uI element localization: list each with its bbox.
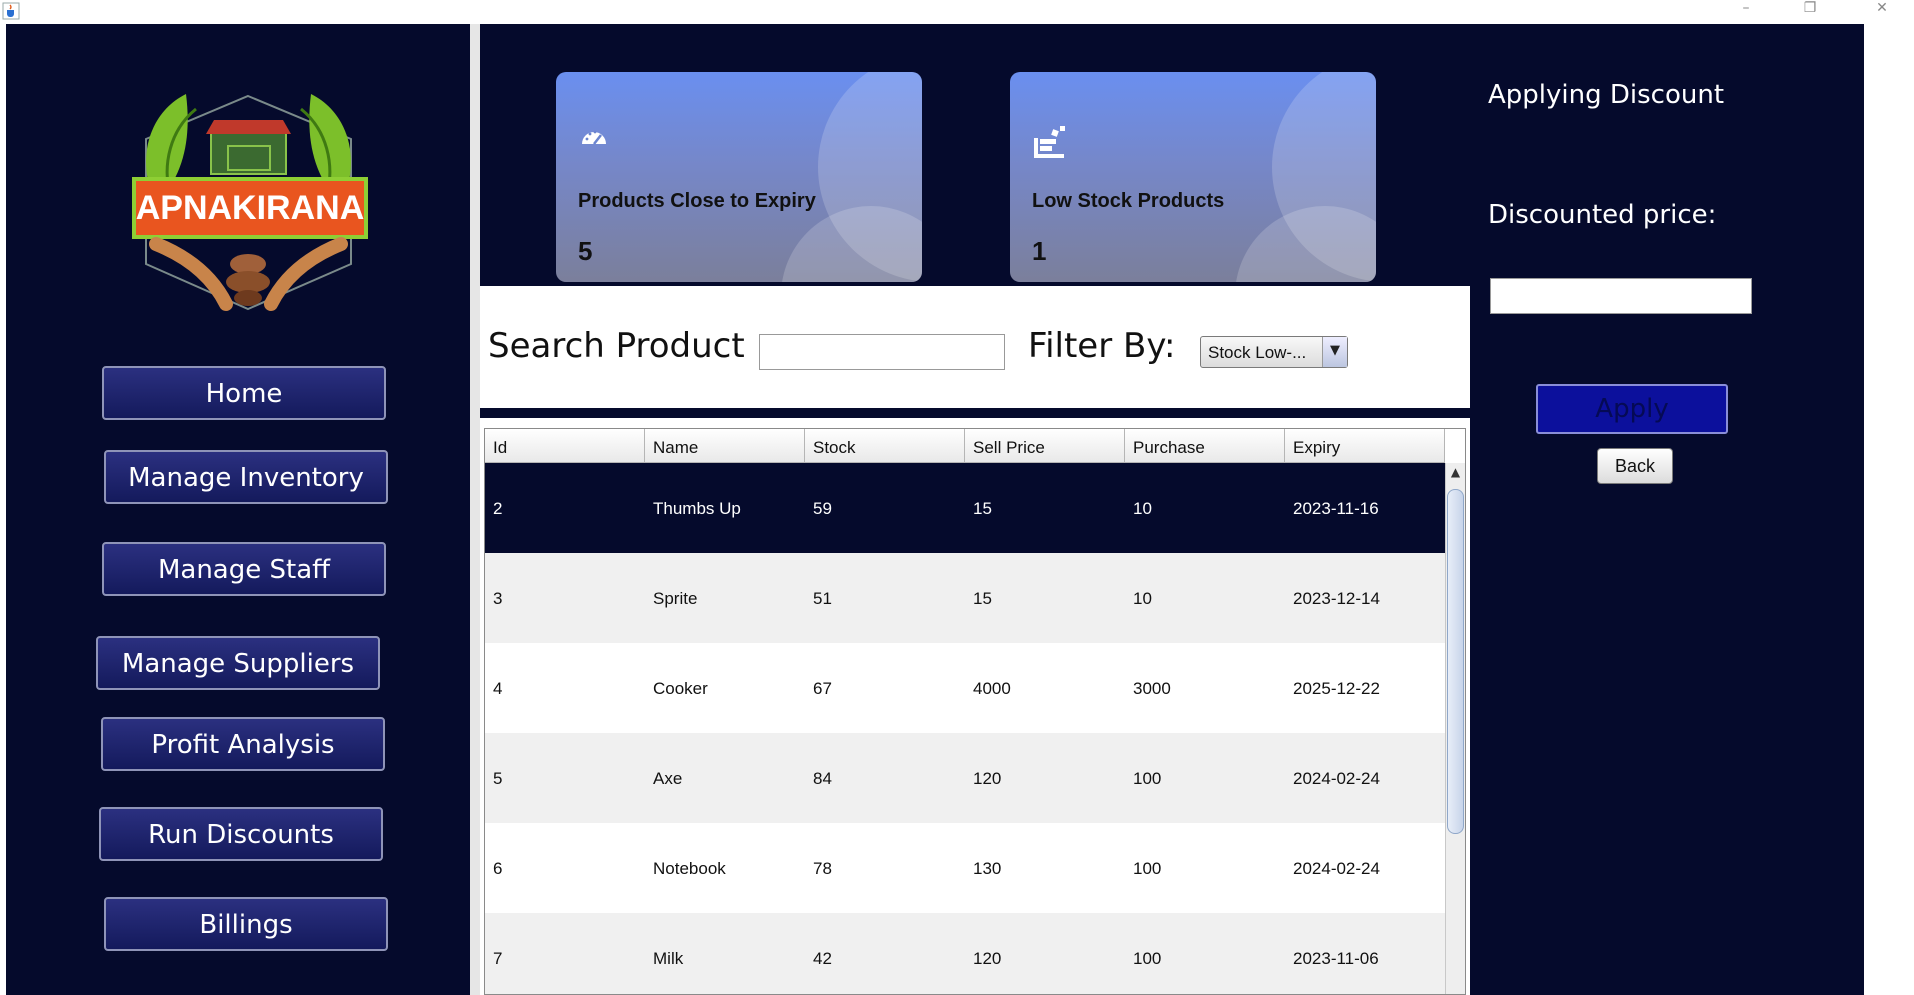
table-row[interactable]: 7 Milk 42 120 100 2023-11-06 [485,913,1445,994]
cell-sell-price: 15 [973,589,992,608]
cell-purchase: 3000 [1133,679,1171,698]
cell-sell-price: 120 [973,949,1002,968]
nav-run-discounts-button[interactable]: Run Discounts [99,807,383,861]
table-row[interactable]: 2 Thumbs Up 59 15 10 2023-11-16 [485,463,1445,553]
scroll-up-icon[interactable]: ▲ [1446,463,1465,481]
table-header: Id Name Stock Sell Price Purchase Expiry [485,429,1445,463]
cell-id: 3 [493,589,503,608]
cell-purchase: 10 [1133,589,1152,608]
products-table: Id Name Stock Sell Price Purchase Expiry… [484,428,1466,995]
java-cup-icon [2,2,20,20]
cell-name: Axe [653,769,683,788]
sidebar: APNAKIRANA Home Manage Inventory Manage … [6,24,470,995]
discounted-price-input[interactable] [1490,278,1752,314]
card-count: 1 [1032,236,1047,266]
column-header-sell-price[interactable]: Sell Price [965,429,1125,463]
speedometer-icon [578,124,610,152]
svg-text:APNAKIRANA: APNAKIRANA [136,189,365,227]
cell-id: 4 [493,679,503,698]
card-label: Products Close to Expiry [578,190,816,212]
products-table-area: Id Name Stock Sell Price Purchase Expiry… [480,418,1470,995]
cell-purchase: 100 [1133,769,1162,788]
card-label: Low Stock Products [1032,190,1225,212]
search-bar: Search Product Filter By: Stock Low-... … [480,286,1470,408]
expiry-card[interactable]: Products Close to Expiry 5 [556,72,922,282]
summary-cards-area: Products Close to Expiry 5 Low Stock Pro… [480,24,1470,286]
cell-sell-price: 15 [973,499,992,518]
search-label: Search Product [488,326,745,366]
cell-sell-price: 120 [973,769,1002,788]
cell-stock: 42 [813,949,832,968]
cell-expiry: 2024-02-24 [1293,859,1380,878]
nav-manage-inventory-button[interactable]: Manage Inventory [104,450,388,504]
cell-id: 5 [493,769,503,788]
cell-name: Notebook [653,859,726,878]
column-header-name[interactable]: Name [645,429,805,463]
cell-expiry: 2024-02-24 [1293,769,1380,788]
cell-expiry: 2023-11-16 [1293,499,1379,518]
cell-id: 7 [493,949,503,968]
filter-select[interactable]: Stock Low-... ▼ [1200,336,1348,368]
stock-chart-icon [1032,124,1068,164]
filter-select-value: Stock Low-... [1208,343,1307,362]
apnakirana-logo: APNAKIRANA [116,84,381,319]
table-row[interactable]: 6 Notebook 78 130 100 2024-02-24 [485,823,1445,913]
cell-sell-price: 4000 [973,679,1011,698]
cell-stock: 78 [813,859,832,878]
discounted-price-label: Discounted price: [1488,200,1717,230]
window-titlebar: – ❐ ✕ [0,0,1914,24]
table-scrollbar[interactable]: ▲ [1445,463,1465,994]
nav-billings-button[interactable]: Billings [104,897,388,951]
filter-label: Filter By: [1028,326,1176,366]
nav-manage-staff-button[interactable]: Manage Staff [102,542,386,596]
card-count: 5 [578,236,593,266]
panel-separator [470,24,480,995]
cell-expiry: 2023-11-06 [1293,949,1379,968]
cell-stock: 67 [813,679,832,698]
table-row[interactable]: 4 Cooker 67 4000 3000 2025-12-22 [485,643,1445,733]
cell-stock: 59 [813,499,832,518]
cell-expiry: 2025-12-22 [1293,679,1380,698]
low-stock-card[interactable]: Low Stock Products 1 [1010,72,1376,282]
back-button[interactable]: Back [1597,448,1673,484]
cell-stock: 84 [813,769,832,788]
column-header-stock[interactable]: Stock [805,429,965,463]
cell-name: Milk [653,949,684,968]
cell-name: Thumbs Up [653,499,741,518]
column-header-id[interactable]: Id [485,429,645,463]
minimize-icon[interactable]: – [1726,0,1766,24]
cell-purchase: 100 [1133,949,1162,968]
chevron-down-icon[interactable]: ▼ [1322,337,1347,367]
discount-panel-title: Applying Discount [1488,80,1725,110]
table-row[interactable]: 5 Axe 84 120 100 2024-02-24 [485,733,1445,823]
cell-name: Cooker [653,679,708,698]
cell-stock: 51 [813,589,832,608]
apply-button[interactable]: Apply [1536,384,1728,434]
close-icon[interactable]: ✕ [1862,0,1902,24]
scrollbar-thumb[interactable] [1447,489,1464,834]
column-header-expiry[interactable]: Expiry [1285,429,1445,463]
cell-expiry: 2023-12-14 [1293,589,1380,608]
nav-profit-analysis-button[interactable]: Profit Analysis [101,717,385,771]
cell-purchase: 100 [1133,859,1162,878]
restore-icon[interactable]: ❐ [1790,0,1830,24]
nav-home-button[interactable]: Home [102,366,386,420]
table-row[interactable]: 3 Sprite 51 15 10 2023-12-14 [485,553,1445,643]
table-body: 2 Thumbs Up 59 15 10 2023-11-16 3 Sprite… [485,463,1445,994]
window-right-edge [1864,24,1914,995]
discount-panel: Applying Discount Discounted price: Appl… [1470,24,1864,995]
cell-id: 6 [493,859,503,878]
section-divider [480,408,1470,418]
cell-name: Sprite [653,589,698,608]
column-header-purchase[interactable]: Purchase [1125,429,1285,463]
nav-manage-suppliers-button[interactable]: Manage Suppliers [96,636,380,690]
search-input[interactable] [759,334,1005,370]
cell-purchase: 10 [1133,499,1152,518]
cell-id: 2 [493,499,503,518]
cell-sell-price: 130 [973,859,1002,878]
